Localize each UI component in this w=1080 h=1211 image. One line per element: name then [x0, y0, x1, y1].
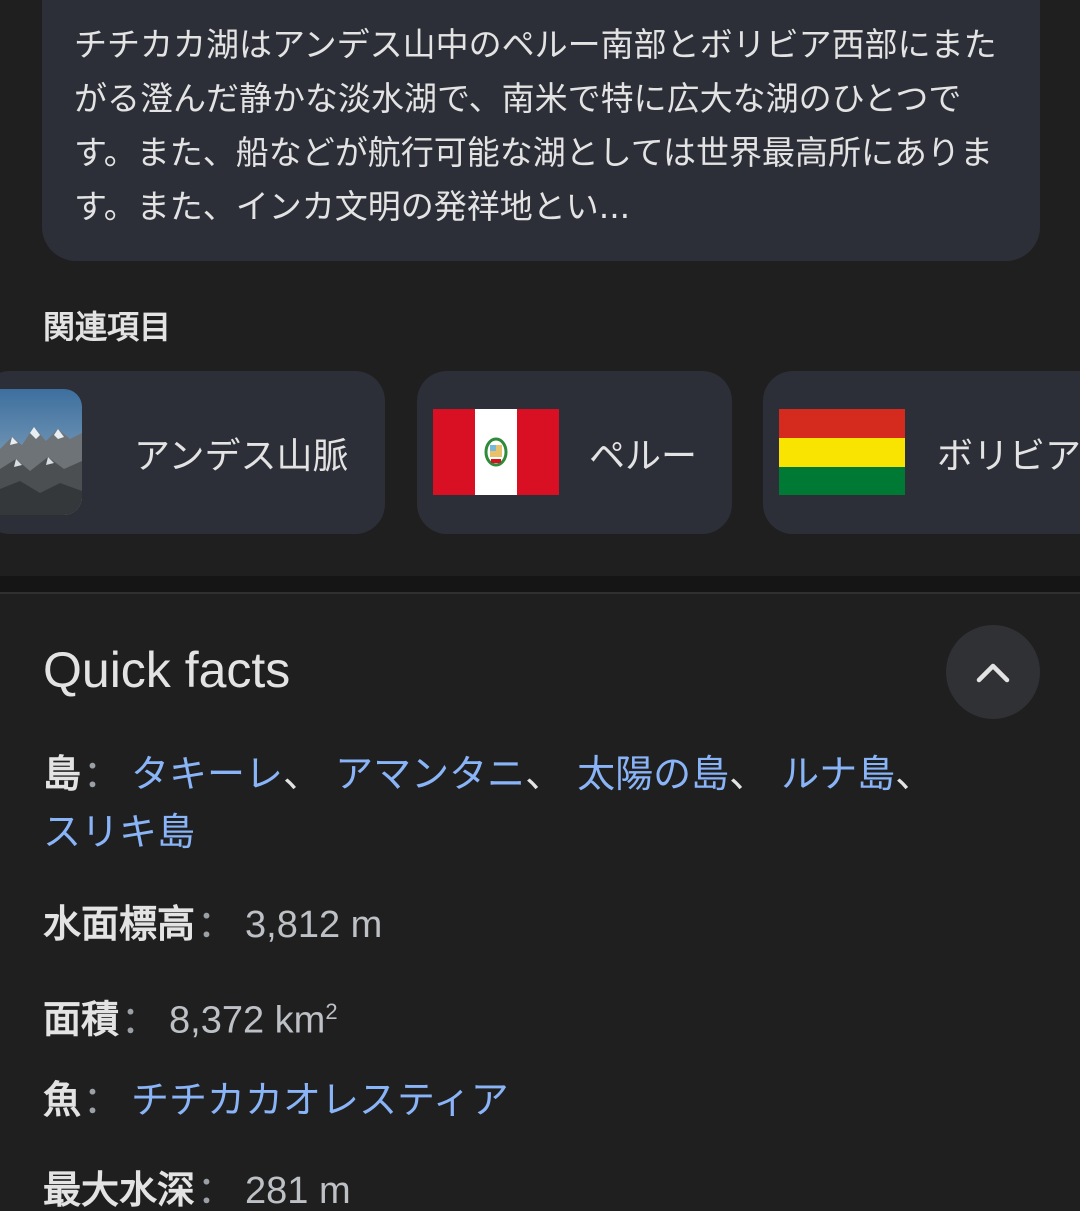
fact-label: 島 — [43, 752, 82, 796]
fact-max-depth: 最大水深： 281 m — [43, 1161, 1033, 1211]
fact-label: 面積 — [43, 997, 120, 1042]
fact-separator: ： — [197, 902, 236, 946]
fish-link[interactable]: チチカカオレスティア — [131, 1078, 509, 1122]
island-link-moon[interactable]: ルナ島 — [781, 752, 895, 796]
fact-label: 水面標高 — [43, 902, 196, 946]
fact-fish: 魚： チチカカオレスティア — [43, 1071, 1033, 1129]
bolivia-flag-icon — [779, 409, 905, 495]
fact-separator: ： — [121, 997, 160, 1042]
fact-value: 8,372 km — [169, 999, 326, 1042]
fact-label: 最大水深 — [43, 1168, 196, 1211]
fact-label: 魚 — [43, 1078, 82, 1122]
related-item-andes[interactable]: アンデス山脈 — [0, 371, 385, 534]
peru-flag-icon — [433, 409, 559, 495]
related-item-label: ボリビア — [937, 435, 1080, 477]
fact-elevation: 水面標高： 3,812 m — [43, 895, 1033, 954]
fact-separator: ： — [83, 1078, 122, 1122]
island-link-taquile[interactable]: タキーレ — [131, 752, 283, 796]
comma: 、 — [729, 752, 768, 796]
related-item-label: アンデス山脈 — [134, 435, 349, 477]
fact-value: 281 m — [245, 1170, 351, 1211]
related-items-row: アンデス山脈 ペルー ボリビア — [0, 371, 1080, 534]
description-text: チチカカ湖はアンデス山中のペルー南部とボリビア西部にまたがる澄んだ静かな淡水湖で… — [74, 25, 997, 226]
quick-facts-title: Quick facts — [43, 642, 291, 698]
island-link-suriki[interactable]: スリキ島 — [43, 810, 195, 854]
fact-separator: ： — [83, 752, 122, 796]
mountain-photo-icon — [0, 389, 82, 515]
collapse-button[interactable] — [946, 625, 1040, 719]
fact-superscript: 2 — [325, 999, 338, 1024]
section-divider — [0, 576, 1080, 594]
chevron-up-icon — [976, 663, 1010, 683]
fact-islands: 島： タキーレ、 アマンタニ、 太陽の島、 ルナ島、 スリキ島 — [43, 745, 1033, 861]
fact-area: 面積： 8,372 km2 — [43, 983, 1033, 1050]
page: チチカカ湖はアンデス山中のペルー南部とボリビア西部にまたがる澄んだ静かな淡水湖で… — [0, 0, 1080, 1211]
island-link-amantani[interactable]: アマンタニ — [335, 752, 525, 796]
comma: 、 — [283, 752, 322, 796]
related-item-label: ペルー — [589, 435, 698, 477]
related-item-bolivia[interactable]: ボリビア — [763, 371, 1080, 534]
island-link-sun[interactable]: 太陽の島 — [577, 752, 729, 796]
comma: 、 — [895, 752, 934, 796]
related-item-peru[interactable]: ペルー — [417, 371, 732, 534]
fact-value: 3,812 m — [245, 904, 383, 946]
comma: 、 — [525, 752, 564, 796]
fact-separator: ： — [197, 1168, 236, 1211]
related-heading: 関連項目 — [43, 308, 172, 346]
